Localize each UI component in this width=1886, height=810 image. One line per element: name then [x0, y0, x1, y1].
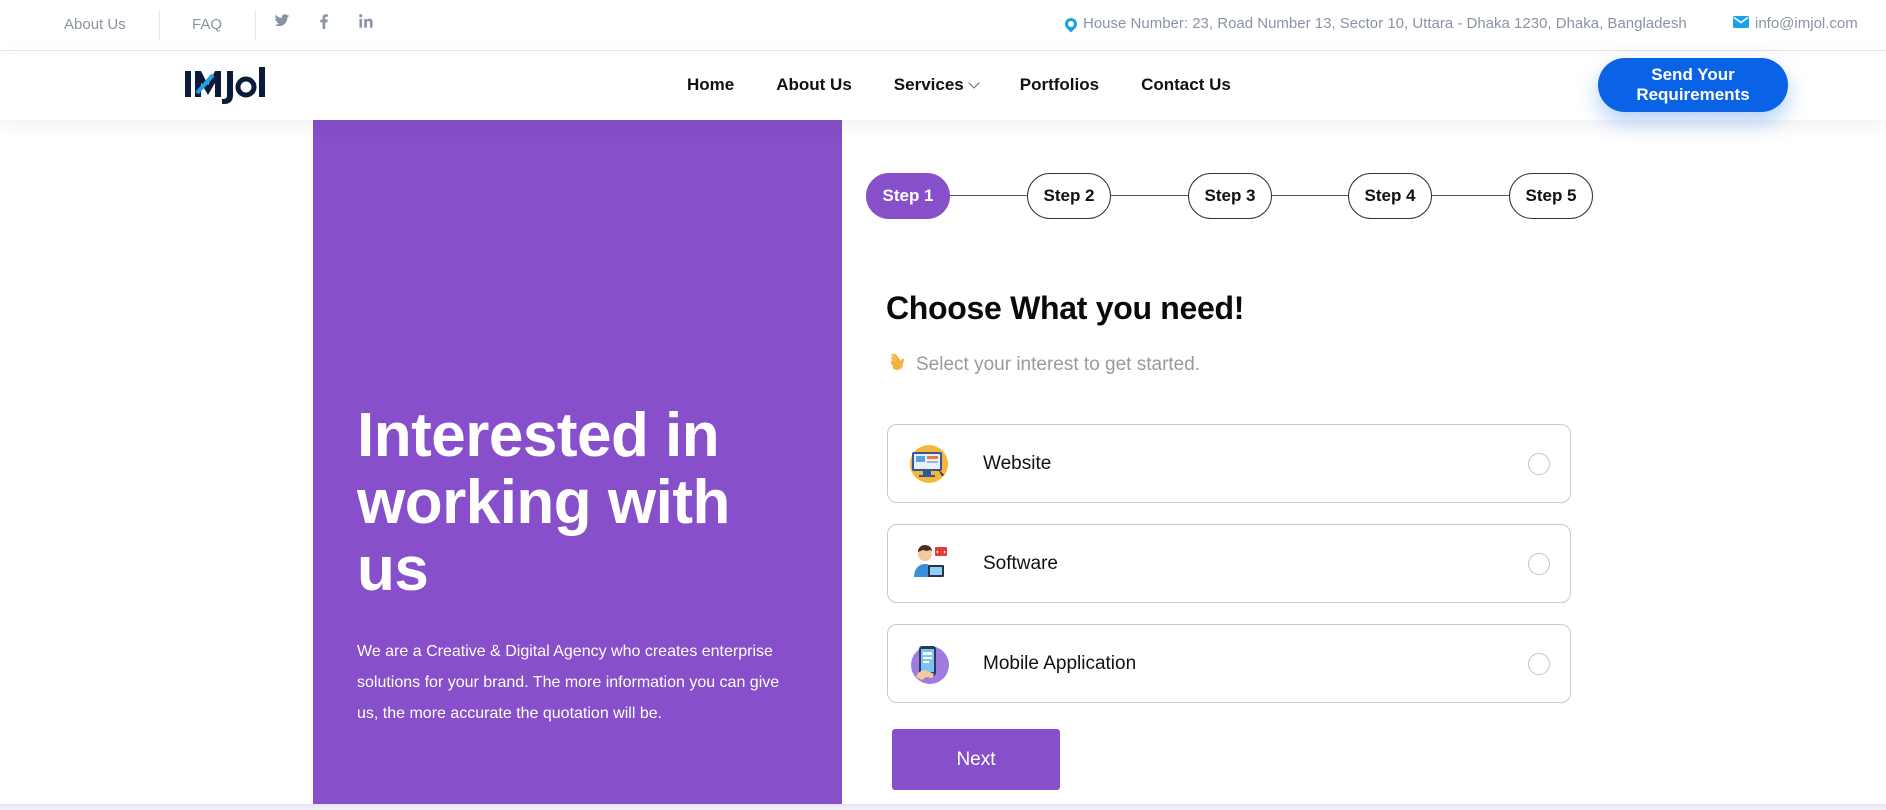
- email-info[interactable]: info@imjol.com: [1733, 15, 1858, 32]
- divider: [255, 10, 256, 40]
- intro-panel: Interested in working with us We are a C…: [313, 120, 842, 805]
- step-2[interactable]: Step 2: [1027, 173, 1111, 219]
- form-title: Choose What you need!: [886, 290, 1245, 326]
- option-software[interactable]: Software: [887, 524, 1571, 603]
- linkedin-icon[interactable]: [357, 14, 375, 34]
- topbar-faq-link[interactable]: FAQ: [192, 16, 222, 33]
- address-text: House Number: 23, Road Number 13, Sector…: [1083, 15, 1687, 32]
- next-button[interactable]: Next: [892, 729, 1060, 790]
- imjol-logo[interactable]: [183, 63, 287, 117]
- page-bottom-strip: [0, 804, 1886, 810]
- option-website-label: Website: [983, 453, 1052, 474]
- form-subtitle-row: Select your interest to get started.: [888, 352, 1200, 377]
- option-mobile-application-label: Mobile Application: [983, 653, 1137, 674]
- chevron-down-icon: [968, 76, 980, 89]
- option-mobile-application-radio[interactable]: [1528, 653, 1550, 675]
- twitter-icon[interactable]: [273, 14, 291, 34]
- option-software-radio[interactable]: [1528, 553, 1550, 575]
- address-info: House Number: 23, Road Number 13, Sector…: [1062, 15, 1687, 32]
- step-5[interactable]: Step 5: [1509, 173, 1593, 219]
- option-software-label: Software: [983, 553, 1058, 574]
- top-bar: About Us FAQ House Number: 23, Road Numb…: [0, 0, 1886, 51]
- website-icon: [908, 443, 950, 485]
- form-subtitle: Select your interest to get started.: [916, 353, 1201, 375]
- step-1[interactable]: Step 1: [866, 173, 950, 219]
- software-developer-icon: [908, 543, 950, 585]
- hero-description: We are a Creative & Digital Agency who c…: [357, 643, 780, 722]
- mobile-phone-icon: [908, 643, 950, 685]
- facebook-icon[interactable]: [315, 14, 333, 34]
- option-website[interactable]: Website: [887, 424, 1571, 503]
- nav-contact-us[interactable]: Contact Us: [1141, 75, 1231, 95]
- nav-about-us[interactable]: About Us: [776, 75, 852, 95]
- location-pin-icon: [1062, 15, 1080, 32]
- nav-portfolios[interactable]: Portfolios: [1020, 75, 1099, 95]
- nav-contact-label: Contact Us: [1141, 75, 1231, 94]
- topbar-about-link[interactable]: About Us: [64, 16, 126, 33]
- waving-hand-icon: [888, 352, 908, 377]
- nav-home[interactable]: Home: [687, 75, 734, 95]
- divider: [159, 10, 160, 40]
- send-requirements-button[interactable]: Send Your Requirements: [1598, 58, 1788, 112]
- nav-services[interactable]: Services: [893, 75, 980, 95]
- hero-heading: Interested in working with us: [357, 401, 730, 604]
- envelope-icon: [1733, 15, 1749, 32]
- step-3[interactable]: Step 3: [1188, 173, 1272, 219]
- main-navbar: Home About Us Services Portfolios Contac…: [0, 51, 1886, 120]
- nav-services-label: Services: [893, 75, 964, 94]
- nav-portfolios-label: Portfolios: [1019, 75, 1100, 94]
- option-website-radio[interactable]: [1528, 453, 1550, 475]
- nav-home-label: Home: [687, 75, 735, 94]
- step-4[interactable]: Step 4: [1348, 173, 1432, 219]
- step-progress: Step 1 Step 2 Step 3 Step 4 Step 5: [866, 173, 1593, 219]
- option-mobile-application[interactable]: Mobile Application: [887, 624, 1571, 703]
- email-text: info@imjol.com: [1755, 15, 1858, 32]
- nav-links: Home About Us Services Portfolios Contac…: [687, 75, 1273, 95]
- nav-about-label: About Us: [776, 75, 852, 94]
